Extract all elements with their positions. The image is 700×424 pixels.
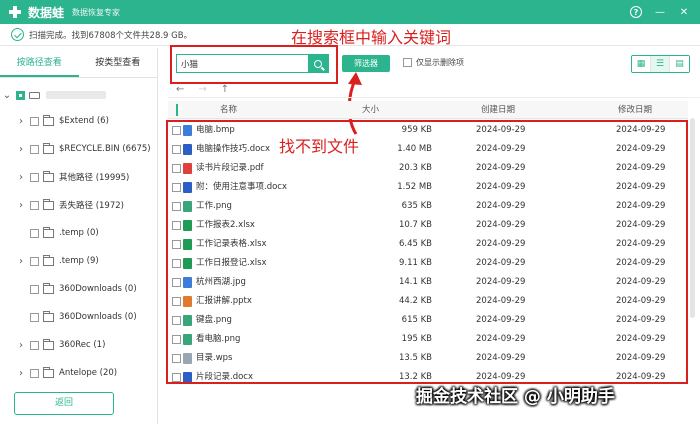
tree-item[interactable]: › Antelope (20) — [16, 363, 117, 383]
tree-item-label: 360Rec (1) — [59, 340, 106, 350]
minimize-icon[interactable]: — — [654, 6, 666, 18]
tree-item[interactable]: .temp (0) — [16, 223, 99, 243]
column-size[interactable]: 大小 — [362, 101, 379, 119]
file-list-highlight-box — [166, 120, 688, 384]
chevron-right-icon[interactable]: › — [16, 256, 26, 267]
tree-item[interactable]: 360Downloads (0) — [16, 279, 137, 299]
scrollbar[interactable] — [690, 118, 695, 318]
column-modified[interactable]: 修改日期 — [618, 101, 652, 119]
folder-icon — [43, 338, 54, 350]
chevron-right-icon[interactable]: › — [16, 368, 26, 379]
tree-item[interactable]: › 其他路径 (19995) — [16, 167, 129, 187]
folder-icon — [43, 366, 54, 378]
tree-item-label: $Extend (6) — [59, 116, 109, 126]
tree-item-label: .temp (9) — [59, 256, 99, 266]
watermark: 掘金技术社区 @ 小明助手 — [416, 387, 615, 407]
tree-item[interactable]: › $RECYCLE.BIN (6675) — [16, 139, 151, 159]
column-created[interactable]: 创建日期 — [481, 101, 515, 119]
search-button[interactable] — [308, 55, 328, 72]
chevron-right-icon[interactable]: › — [16, 116, 26, 127]
chevron-right-icon[interactable]: › — [16, 200, 26, 211]
app-name: 数据蛙 — [28, 5, 65, 20]
search-input[interactable] — [177, 55, 307, 72]
forward-arrow-icon[interactable]: → — [198, 84, 206, 95]
drive-icon — [29, 91, 40, 99]
tree-checkbox[interactable] — [30, 368, 39, 378]
search-icon — [314, 59, 322, 68]
app-logo-icon — [8, 5, 22, 19]
tab-by-path[interactable]: 按路径查看 — [0, 48, 79, 77]
tree-checkbox[interactable] — [30, 340, 39, 350]
drive-name-redacted — [46, 91, 106, 99]
table-header: 名称 大小 创建日期 修改日期 — [168, 101, 688, 119]
tree-checkbox[interactable] — [30, 116, 39, 126]
close-icon[interactable]: ✕ — [678, 6, 690, 18]
tree-checkbox[interactable] — [30, 200, 39, 210]
tree-item[interactable]: › 丢失路径 (1972) — [16, 195, 124, 215]
tree-item-label: $RECYCLE.BIN (6675) — [59, 144, 151, 154]
tree-checkbox[interactable] — [30, 312, 39, 322]
tree-item[interactable]: › 360Rec (1) — [16, 335, 105, 355]
chevron-right-icon[interactable]: › — [16, 172, 26, 183]
tab-by-type[interactable]: 按类型查看 — [79, 48, 158, 77]
sidebar: 按路径查看 按类型查看 ⌄ › $Extend (6) › $RECYCLE.BIN… — [0, 48, 158, 424]
chevron-right-icon[interactable]: › — [16, 340, 26, 351]
chevron-down-icon[interactable]: ⌄ — [2, 90, 12, 101]
tree-item[interactable]: › .temp (9) — [16, 251, 99, 271]
tree-checkbox[interactable] — [30, 256, 39, 266]
detail-view-icon[interactable]: ▤ — [670, 56, 689, 72]
back-button[interactable]: 返回 — [14, 392, 114, 415]
folder-icon — [43, 198, 54, 210]
folder-icon — [43, 226, 54, 238]
tree-item-label: 360Downloads (0) — [59, 312, 137, 322]
navigation-row: ← → ↑ — [168, 82, 700, 98]
only-deleted-label: 仅显示删除项 — [416, 58, 464, 67]
folder-icon — [43, 282, 54, 294]
tree-item[interactable]: 360Downloads (0) — [16, 307, 137, 327]
tree-item-label: 其他路径 (19995) — [59, 173, 130, 183]
view-tabs: 按路径查看 按类型查看 — [0, 48, 157, 78]
tree-checkbox[interactable] — [30, 228, 39, 238]
chevron-right-icon[interactable]: › — [16, 144, 26, 155]
tree-checkbox[interactable] — [16, 90, 25, 100]
tree-root-drive[interactable]: ⌄ — [2, 85, 106, 105]
up-arrow-icon[interactable]: ↑ — [221, 84, 229, 95]
view-mode-group: ▦ ☰ ▤ — [631, 55, 690, 73]
select-all-checkbox[interactable] — [176, 104, 178, 116]
column-name[interactable]: 名称 — [220, 101, 237, 119]
folder-icon — [43, 310, 54, 322]
tree-item-label: 360Downloads (0) — [59, 284, 137, 294]
tree-checkbox[interactable] — [30, 172, 39, 182]
tree-checkbox[interactable] — [30, 144, 39, 154]
search-box[interactable] — [176, 54, 329, 73]
grid-view-icon[interactable]: ▦ — [632, 56, 651, 72]
tree-item-label: 丢失路径 (1972) — [59, 201, 124, 211]
filter-button[interactable]: 筛选器 — [342, 55, 390, 72]
list-view-icon[interactable]: ☰ — [651, 56, 670, 72]
scan-status-text: 扫描完成。找到67808个文件共28.9 GB。 — [29, 30, 193, 41]
check-circle-icon — [11, 28, 24, 41]
tree-item[interactable]: › $Extend (6) — [16, 111, 109, 131]
tree-item-label: Antelope (20) — [59, 368, 118, 378]
help-icon[interactable]: ? — [630, 6, 642, 18]
back-arrow-icon[interactable]: ← — [176, 84, 184, 95]
app-subtitle: 数据恢复专家 — [72, 7, 121, 17]
tree-item-label: .temp (0) — [59, 228, 99, 238]
only-deleted-toggle[interactable]: 仅显示删除项 — [403, 57, 464, 68]
folder-icon — [43, 114, 54, 126]
folder-icon — [43, 142, 54, 154]
only-deleted-checkbox[interactable] — [403, 58, 412, 67]
folder-icon — [43, 254, 54, 266]
folder-icon — [43, 170, 54, 182]
tree-checkbox[interactable] — [30, 284, 39, 294]
title-bar: 数据蛙 数据恢复专家 ? — ✕ — [0, 0, 700, 24]
